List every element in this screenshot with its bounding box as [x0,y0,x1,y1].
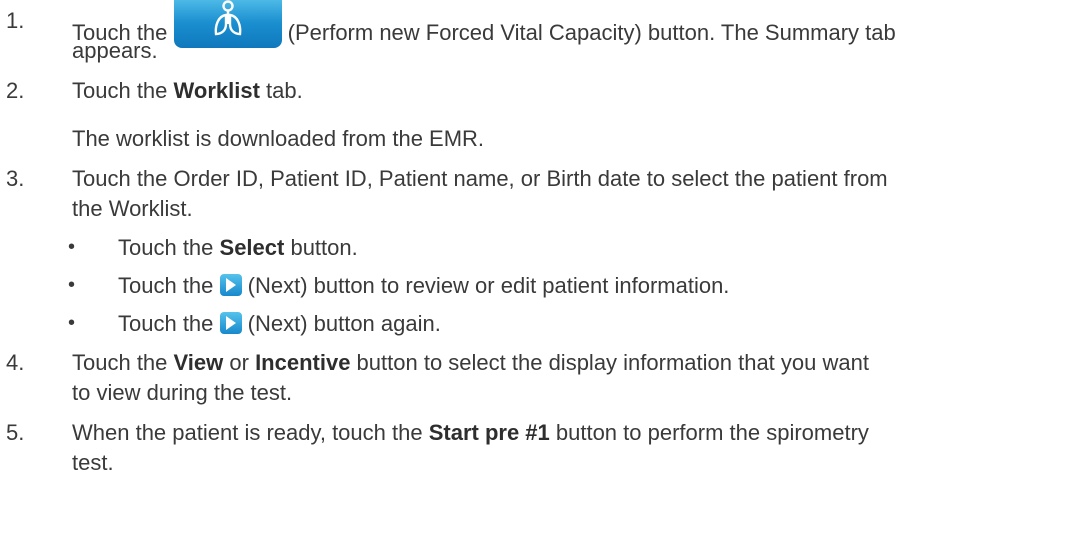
view-label: View [173,350,224,375]
step-number: 4. [6,350,25,375]
select-label: Select [219,235,285,260]
text-part: button to perform the spirometry [549,420,869,445]
text-part: Touch the [118,311,220,336]
step-text-line2: appears. [72,38,158,63]
worklist-label: Worklist [173,78,260,103]
step-number: 2. [6,78,25,103]
step-text-line2: test. [72,450,114,475]
text-part: When the patient is ready, touch the [72,420,429,445]
incentive-label: Incentive [255,350,351,375]
text-part: (Next) button to review or edit patient … [241,273,730,298]
text-part: or [223,350,256,375]
step-text: When the patient is ready, touch the Sta… [72,418,1057,447]
text-part: Touch the [118,273,220,298]
step-text-part: tab. [259,78,303,103]
step-text-line2: the Worklist. [72,196,193,221]
bullet: • [68,236,76,258]
text-part: button to select the display information… [350,350,869,375]
next-arrow-icon[interactable] [219,274,242,296]
step-text-line2: to view during the test. [72,380,293,405]
bullet-text: Touch the (Next) button to review or edi… [118,271,1058,300]
step-text-part: Touch the [72,78,174,103]
step-text: Touch the View or Incentive button to se… [72,348,1057,377]
text-part: Touch the [118,235,220,260]
bullet: • [68,312,76,334]
step-note: The worklist is downloaded from the EMR. [72,126,485,151]
lungs-icon [214,0,241,36]
step-text: Touch the Worklist tab. [72,76,1057,105]
text-part: button. [284,235,358,260]
step-text: Touch the Order ID, Patient ID, Patient … [72,166,888,191]
bullet-text: Touch the (Next) button again. [118,309,1058,338]
text-part: Touch the [72,350,174,375]
next-arrow-icon[interactable] [219,312,242,334]
step-number: 3. [6,166,25,191]
step-number: 1. [6,8,25,33]
bullet-text: Touch the Select button. [118,233,1058,262]
text-part: (Next) button again. [241,311,441,336]
start-pre-label: Start pre #1 [428,420,550,445]
bullet: • [68,274,76,296]
step-number: 5. [6,420,25,445]
